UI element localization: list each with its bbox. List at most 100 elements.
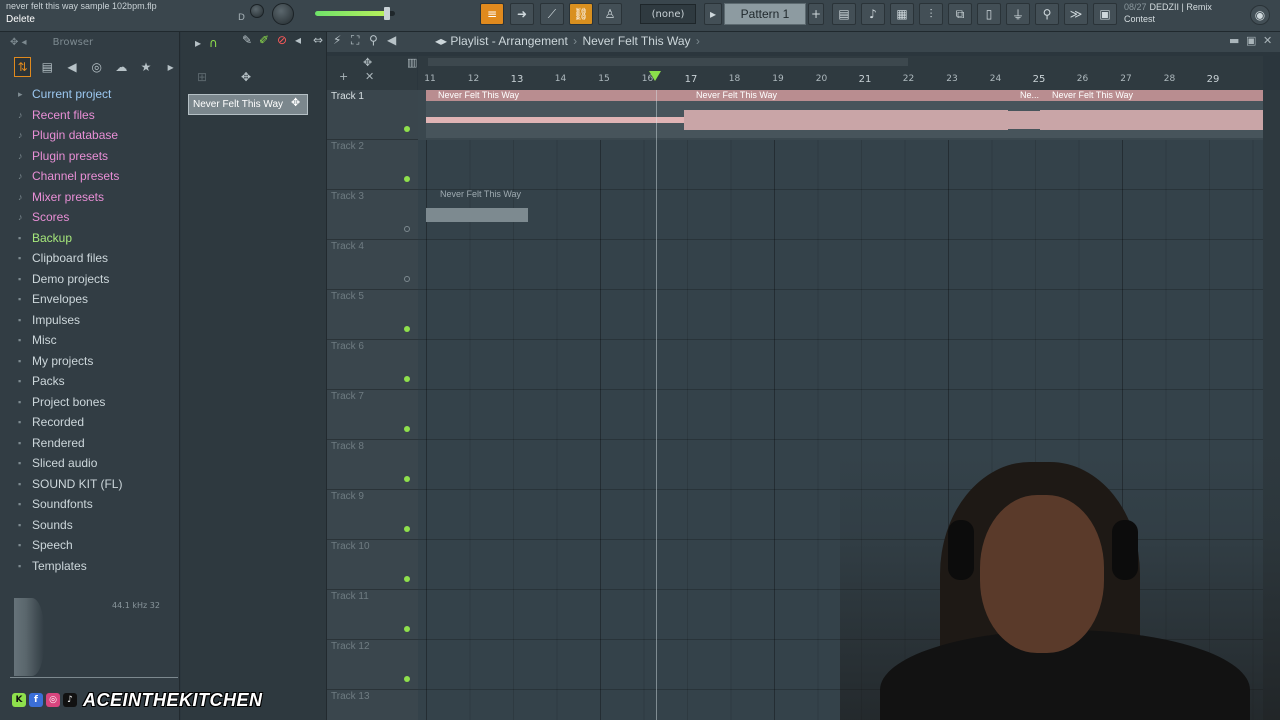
browser-item[interactable]: ▪ Envelopes xyxy=(0,289,179,310)
piano-roll-icon[interactable]: ♪ xyxy=(861,3,885,25)
master-volume-handle[interactable] xyxy=(384,7,390,20)
browser-item[interactable]: ▪ Misc xyxy=(0,330,179,351)
track-header[interactable]: Track 8 xyxy=(327,440,418,490)
browser-item[interactable]: ▪ Sounds xyxy=(0,515,179,536)
maximize-icon[interactable]: ▣ xyxy=(1246,34,1256,47)
browser-item[interactable]: ▪ Impulses xyxy=(0,310,179,331)
playlist-icon[interactable]: ▤ xyxy=(832,3,856,25)
select-tool-icon[interactable]: ⛶ xyxy=(351,33,359,48)
track-header[interactable]: Track 2 xyxy=(327,140,418,190)
store-icon[interactable]: ▣ xyxy=(1093,3,1117,25)
tuner-icon[interactable]: ⚲ xyxy=(1035,3,1059,25)
track-enable-led[interactable] xyxy=(404,276,410,282)
browser-item[interactable]: ▪ Sliced audio xyxy=(0,453,179,474)
online-icon[interactable]: ◉ xyxy=(1250,5,1270,25)
track-header[interactable]: Track 1 xyxy=(327,90,418,140)
browser-item[interactable]: ▸ Current project xyxy=(0,84,179,105)
pattern-selector[interactable]: Pattern 1 xyxy=(724,3,806,25)
track-header[interactable]: Track 3 xyxy=(327,190,418,240)
snap-tool-icon[interactable]: ⟋ xyxy=(540,3,564,25)
picker-play-icon[interactable]: ▸ xyxy=(195,36,201,50)
browser-star-icon[interactable]: ★ xyxy=(138,57,155,77)
audio-clip[interactable]: Never Felt This Way xyxy=(684,90,1008,138)
audio-clip[interactable]: Never Felt This Way xyxy=(1040,90,1263,138)
browser-item[interactable]: ♪ Recent files xyxy=(0,105,179,126)
audio-clip[interactable]: Ne... xyxy=(1008,90,1040,138)
track-header[interactable]: Track 9 xyxy=(327,490,418,540)
playhead-marker[interactable] xyxy=(649,71,661,81)
track-header[interactable]: Track 5 xyxy=(327,290,418,340)
track-enable-led[interactable] xyxy=(404,576,410,582)
channel-rack-icon[interactable]: ▦ xyxy=(890,3,914,25)
next-arrow-icon[interactable]: ➜ xyxy=(510,3,534,25)
track-enable-led[interactable] xyxy=(404,376,410,382)
metronome-icon[interactable]: ♙ xyxy=(598,3,622,25)
track-header[interactable]: Track 4 xyxy=(327,240,418,290)
ghost-audio-clip[interactable]: Never Felt This Way xyxy=(426,189,528,237)
master-volume-slider[interactable] xyxy=(315,7,395,20)
add-pattern-icon[interactable]: + xyxy=(808,3,824,25)
browser-item[interactable]: ♪ Scores xyxy=(0,207,179,228)
track-enable-led[interactable] xyxy=(404,226,410,232)
browser-file-icon[interactable]: ▤ xyxy=(39,57,56,77)
track-enable-led[interactable] xyxy=(404,126,410,132)
song-mode-icon[interactable]: ≡ xyxy=(480,3,504,25)
add-track-icon[interactable]: + xyxy=(339,70,348,83)
browser-tree-icon[interactable]: ⇅ xyxy=(14,57,31,77)
playlist-arrows-icon[interactable]: ◂▸ xyxy=(435,34,447,48)
browser-icon[interactable]: ⧉ xyxy=(948,3,972,25)
pattern-none-select[interactable]: (none) xyxy=(640,4,696,24)
browser-item[interactable]: ♪ Plugin database xyxy=(0,125,179,146)
sample-preview[interactable] xyxy=(10,598,178,678)
horizontal-scrollbar[interactable] xyxy=(428,58,908,66)
slice-tool-icon[interactable]: ⚡ xyxy=(333,33,341,47)
picker-grid-icon[interactable]: ⊞ xyxy=(197,70,207,84)
slip-tool-icon[interactable]: ⇔ xyxy=(313,33,323,47)
timeline-ruler[interactable]: 11 12 13 14 15 16 17 18 19 20 21 22 23 24 25 26 27 28 29 xyxy=(418,56,1263,90)
track-enable-led[interactable] xyxy=(404,326,410,332)
browser-arrows-icon[interactable]: ✥ ◂ xyxy=(10,37,27,48)
browser-item[interactable]: ▪ Soundfonts xyxy=(0,494,179,515)
browser-target-icon[interactable]: ◎ xyxy=(88,57,105,77)
browser-item[interactable]: ▪ Clipboard files xyxy=(0,248,179,269)
track-header[interactable]: Track 11 xyxy=(327,590,418,640)
picker-move-arrow-icon[interactable]: ✥ xyxy=(291,96,307,112)
plugin-icon[interactable]: ⏚ xyxy=(1006,3,1030,25)
track-move-icon[interactable]: ✥ xyxy=(363,56,372,69)
picker-magnet-icon[interactable]: ∩ xyxy=(209,36,218,50)
track-enable-led[interactable] xyxy=(404,476,410,482)
master-pitch-knob[interactable] xyxy=(272,3,294,25)
track-enable-led[interactable] xyxy=(404,426,410,432)
browser-item[interactable]: ▪ Demo projects xyxy=(0,269,179,290)
picker-clip-item[interactable]: Never Felt This Way xyxy=(188,94,308,115)
paint-tool-icon[interactable]: ✐ xyxy=(259,33,269,47)
browser-more-icon[interactable]: ▸ xyxy=(162,57,179,77)
browser-item[interactable]: ♪ Mixer presets xyxy=(0,187,179,208)
track-grid-icon[interactable]: ▥ xyxy=(407,56,417,69)
track-header[interactable]: Track 13 xyxy=(327,690,418,720)
remove-track-icon[interactable]: ✕ xyxy=(365,70,374,83)
browser-cloud-icon[interactable]: ☁ xyxy=(113,57,130,77)
file-icon[interactable]: ▯ xyxy=(977,3,1001,25)
zoom-tool-icon[interactable]: ⚲ xyxy=(369,33,378,47)
browser-item[interactable]: ▪ SOUND KIT (FL) xyxy=(0,474,179,495)
minimize-icon[interactable]: ▬ xyxy=(1229,34,1239,47)
track-enable-led[interactable] xyxy=(404,626,410,632)
track-header[interactable]: Track 6 xyxy=(327,340,418,390)
mute-tool-icon[interactable]: ◂ xyxy=(295,33,301,47)
link-icon[interactable]: ⛓ xyxy=(569,3,593,25)
mixer-icon[interactable]: ⫶ xyxy=(919,3,943,25)
browser-item[interactable]: ▪ Templates xyxy=(0,556,179,577)
browser-item[interactable]: ▪ Project bones xyxy=(0,392,179,413)
browser-back-icon[interactable]: ◀ xyxy=(64,57,81,77)
track-enable-led[interactable] xyxy=(404,176,410,182)
pattern-prev-icon[interactable]: ▸ xyxy=(704,3,722,25)
track-header[interactable]: Track 10 xyxy=(327,540,418,590)
track-enable-led[interactable] xyxy=(404,676,410,682)
playback-tool-icon[interactable]: ◀ xyxy=(387,33,396,47)
browser-item[interactable]: ▪ My projects xyxy=(0,351,179,372)
browser-item[interactable]: ▪ Rendered xyxy=(0,433,179,454)
audio-clip[interactable]: Never Felt This Way xyxy=(426,90,684,138)
track-enable-led[interactable] xyxy=(404,526,410,532)
delete-tool-icon[interactable]: ⊘ xyxy=(277,33,287,47)
